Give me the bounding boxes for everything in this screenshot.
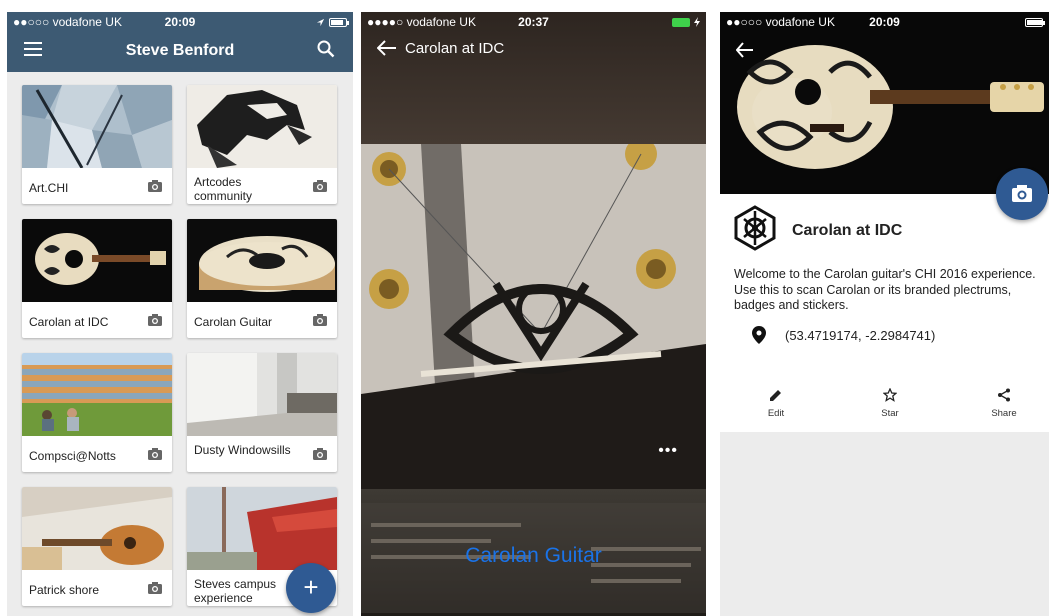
camera-icon[interactable] <box>148 314 162 326</box>
card-thumbnail <box>22 219 172 302</box>
add-experience-button[interactable]: + <box>286 563 336 613</box>
card-title: Patrick shore <box>29 583 100 597</box>
hero-image: ●●○○○ vodafone UK 20:09 <box>720 12 1049 194</box>
camera-icon[interactable] <box>148 180 162 192</box>
status-time: 20:09 <box>164 15 196 29</box>
location-coordinates: (53.4719174, -2.2984741) <box>785 328 936 343</box>
carolan-logo-icon <box>734 205 776 251</box>
screen-title: Carolan at IDC <box>405 40 505 57</box>
camera-icon[interactable] <box>148 448 162 460</box>
status-bar: ●●●●○ vodafone UK 20:37 <box>361 12 706 32</box>
card-title: Steves campus experience <box>194 577 277 605</box>
status-bar: ●●○○○ vodafone UK 20:09 <box>7 12 353 32</box>
location-pin-icon <box>752 326 766 344</box>
camera-icon[interactable] <box>148 582 162 594</box>
card-thumbnail <box>187 487 337 570</box>
battery-icon <box>329 17 349 27</box>
share-button[interactable]: Share <box>974 388 1034 419</box>
card-title: Carolan at IDC <box>29 315 109 329</box>
pencil-icon <box>770 390 781 401</box>
card-title: Artcodes community <box>194 175 253 203</box>
experience-description: Welcome to the Carolan guitar's CHI 2016… <box>734 267 1036 312</box>
card-title: Dusty Windowsills <box>194 443 291 457</box>
experience-title: Carolan at IDC <box>792 222 903 239</box>
card-thumbnail <box>22 85 172 168</box>
star-label: Star <box>881 408 899 419</box>
card-thumbnail <box>187 219 337 302</box>
card-thumbnail <box>22 353 172 436</box>
back-arrow-icon[interactable] <box>377 40 397 56</box>
star-button[interactable]: Star <box>860 388 920 419</box>
camera-icon[interactable] <box>313 448 327 460</box>
card-title: Compsci@Notts <box>29 449 116 463</box>
share-icon <box>998 388 1010 402</box>
card-title: Carolan Guitar <box>194 315 273 329</box>
experience-list-screen: ●●○○○ vodafone UK 20:09 Steve Benford Ar… <box>7 12 353 616</box>
experience-card-dusty-windowsills[interactable]: Dusty Windowsills <box>187 353 337 472</box>
search-icon[interactable] <box>317 40 335 58</box>
action-bar: Edit Star Share <box>720 388 1049 428</box>
card-title: Art.CHI <box>29 181 69 195</box>
experience-card-compsci-notts[interactable]: Compsci@Notts <box>22 353 172 472</box>
card-thumbnail <box>22 487 172 570</box>
scanner-screen: ●●●●○ vodafone UK 20:37 Carolan at IDC •… <box>361 12 706 616</box>
camera-icon[interactable] <box>313 180 327 192</box>
card-thumbnail <box>187 353 337 436</box>
experience-detail-screen: ●●○○○ vodafone UK 20:09 Carolan at IDC W… <box>720 12 1049 616</box>
edit-button[interactable]: Edit <box>746 388 806 419</box>
experience-card-carolan-at-idc[interactable]: Carolan at IDC <box>22 219 172 338</box>
camera-viewfinder <box>361 144 706 489</box>
experience-card-carolan-guitar[interactable]: Carolan Guitar <box>187 219 337 338</box>
app-bar: ●●○○○ vodafone UK 20:09 Steve Benford <box>7 12 353 72</box>
scan-camera-button[interactable] <box>996 168 1048 220</box>
star-outline-icon <box>883 388 897 402</box>
experience-card-art-chi[interactable]: Art.CHI <box>22 85 172 204</box>
camera-top-area: ●●●●○ vodafone UK 20:37 Carolan at IDC <box>361 12 706 144</box>
more-options-icon[interactable]: ••• <box>658 442 678 460</box>
experience-card-patrick-shore[interactable]: Patrick shore <box>22 487 172 606</box>
status-time: 20:37 <box>518 15 549 29</box>
guitar-photo <box>737 45 1044 169</box>
experience-card-artcodes-community[interactable]: Artcodes community <box>187 85 337 204</box>
edit-label: Edit <box>767 408 785 419</box>
back-arrow-icon[interactable] <box>736 42 754 58</box>
page-title: Steve Benford <box>125 42 235 59</box>
card-thumbnail <box>187 85 337 168</box>
camera-icon <box>1012 185 1032 202</box>
detected-experience-label[interactable]: Carolan Guitar <box>361 544 706 568</box>
share-label: Share <box>991 408 1017 419</box>
camera-icon[interactable] <box>313 314 327 326</box>
